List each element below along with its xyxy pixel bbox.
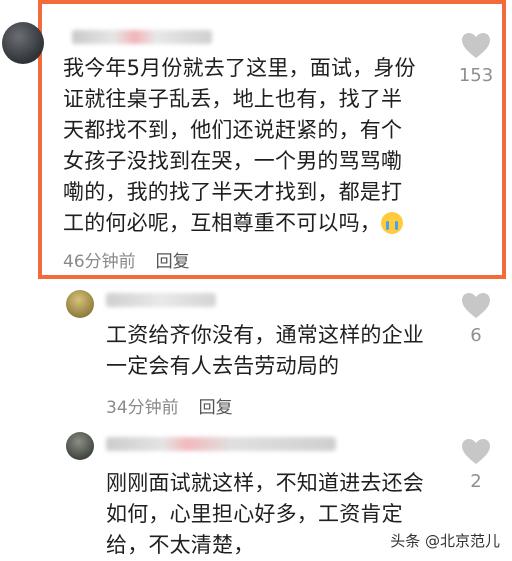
username-blurred bbox=[106, 293, 216, 307]
comment-text: 刚刚面试就这样，不知道进去还会 如何，心里担心好多，工资肯定 给，不太清楚， bbox=[106, 471, 424, 557]
reply-button[interactable]: 回复 bbox=[156, 252, 190, 272]
like-count: 2 bbox=[470, 471, 482, 492]
heart-icon bbox=[462, 293, 490, 318]
reply-button[interactable]: 回复 bbox=[199, 398, 233, 418]
username-blurred bbox=[106, 437, 336, 451]
like-button[interactable]: 6 bbox=[456, 292, 496, 346]
crying-face-icon bbox=[381, 212, 403, 234]
comment-text: 我今年5月份就去了这里，面试，身份 证就往桌子乱丢，地上也有，找了半 天都找不到… bbox=[63, 56, 416, 235]
watermark: 头条 @北京范儿 bbox=[390, 532, 500, 550]
timestamp: 46分钟前 bbox=[63, 252, 136, 272]
avatar[interactable] bbox=[66, 432, 94, 460]
avatar[interactable] bbox=[66, 290, 94, 318]
like-button[interactable]: 2 bbox=[456, 438, 496, 492]
comment-text: 工资给齐你没有，通常这样的企业 一定会有人去告劳动局的 bbox=[106, 323, 424, 378]
username-blurred bbox=[72, 30, 212, 44]
avatar[interactable] bbox=[2, 22, 44, 64]
like-count: 153 bbox=[458, 65, 494, 86]
heart-icon bbox=[462, 33, 490, 58]
timestamp: 34分钟前 bbox=[106, 398, 179, 418]
heart-icon bbox=[462, 439, 490, 464]
like-count: 6 bbox=[470, 325, 482, 346]
comment-meta: 34分钟前 回复 bbox=[106, 393, 233, 418]
like-button[interactable]: 153 bbox=[456, 32, 496, 86]
comment-meta: 46分钟前 回复 bbox=[63, 247, 190, 272]
